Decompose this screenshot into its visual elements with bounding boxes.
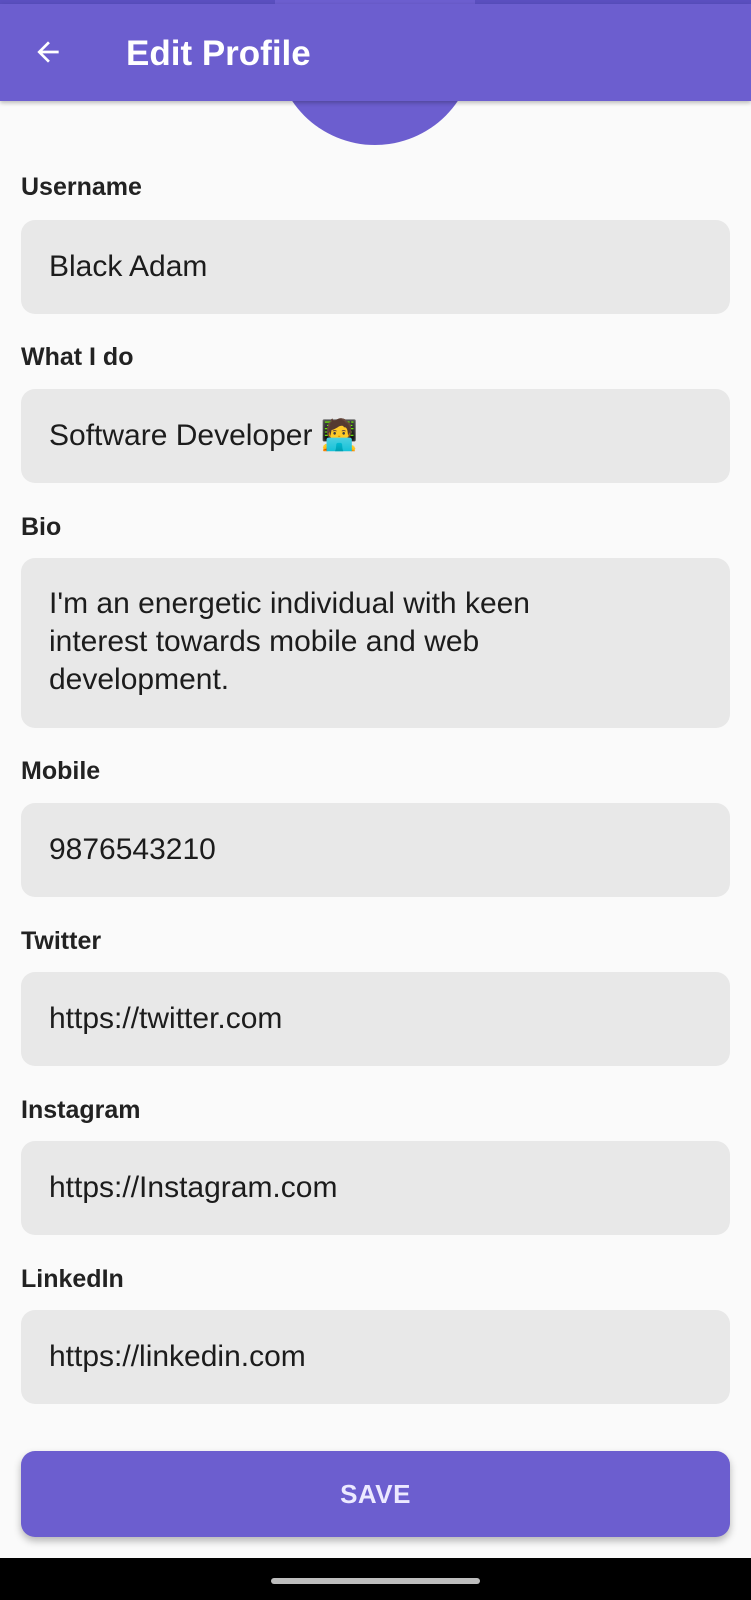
arrow-back-icon bbox=[37, 41, 59, 63]
home-gesture-handle[interactable] bbox=[271, 1578, 480, 1584]
mobile-label: Mobile bbox=[21, 757, 101, 785]
twitter-label: Twitter bbox=[21, 927, 102, 955]
linkedin-label: LinkedIn bbox=[21, 1265, 124, 1293]
app-bar: Edit Profile bbox=[0, 4, 751, 101]
mobile-field[interactable]: 9876543210 bbox=[21, 803, 730, 897]
instagram-label: Instagram bbox=[21, 1096, 141, 1124]
edit-profile-screen: Edit Profile Username Black Adam What I … bbox=[0, 0, 751, 1600]
username-field[interactable]: Black Adam bbox=[21, 220, 730, 314]
bio-field[interactable]: I'm an energetic individual with keen in… bbox=[21, 558, 730, 728]
save-button[interactable]: SAVE bbox=[21, 1451, 730, 1537]
twitter-field[interactable]: https://twitter.com bbox=[21, 972, 730, 1066]
username-label: Username bbox=[21, 173, 142, 201]
page-title: Edit Profile bbox=[126, 34, 311, 73]
what-i-do-label: What I do bbox=[21, 343, 134, 371]
what-i-do-field[interactable]: Software Developer 🧑‍💻 bbox=[21, 389, 730, 483]
instagram-field[interactable]: https://Instagram.com bbox=[21, 1141, 730, 1235]
bio-label: Bio bbox=[21, 513, 62, 541]
linkedin-field[interactable]: https://linkedin.com bbox=[21, 1310, 730, 1404]
back-button[interactable] bbox=[22, 26, 74, 78]
